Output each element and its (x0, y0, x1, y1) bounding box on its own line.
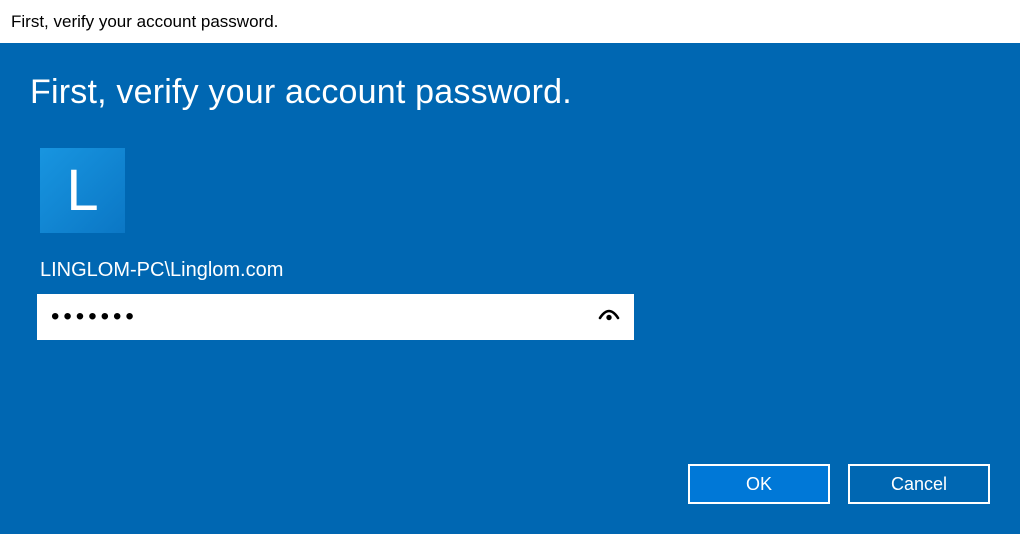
dialog-heading: First, verify your account password. (30, 73, 990, 112)
user-avatar: L (40, 148, 125, 233)
password-input[interactable] (37, 294, 584, 340)
title-bar: First, verify your account password. (0, 0, 1020, 43)
eye-icon (597, 304, 621, 331)
dialog-button-row: OK Cancel (688, 464, 990, 504)
password-field-wrapper (37, 294, 634, 340)
reveal-password-button[interactable] (584, 294, 634, 340)
cancel-button[interactable]: Cancel (848, 464, 990, 504)
dialog-body: First, verify your account password. L L… (0, 43, 1020, 534)
title-text: First, verify your account password. (11, 12, 278, 32)
ok-button[interactable]: OK (688, 464, 830, 504)
account-name: LINGLOM-PC\Linglom.com (40, 259, 990, 282)
avatar-letter: L (66, 162, 98, 220)
